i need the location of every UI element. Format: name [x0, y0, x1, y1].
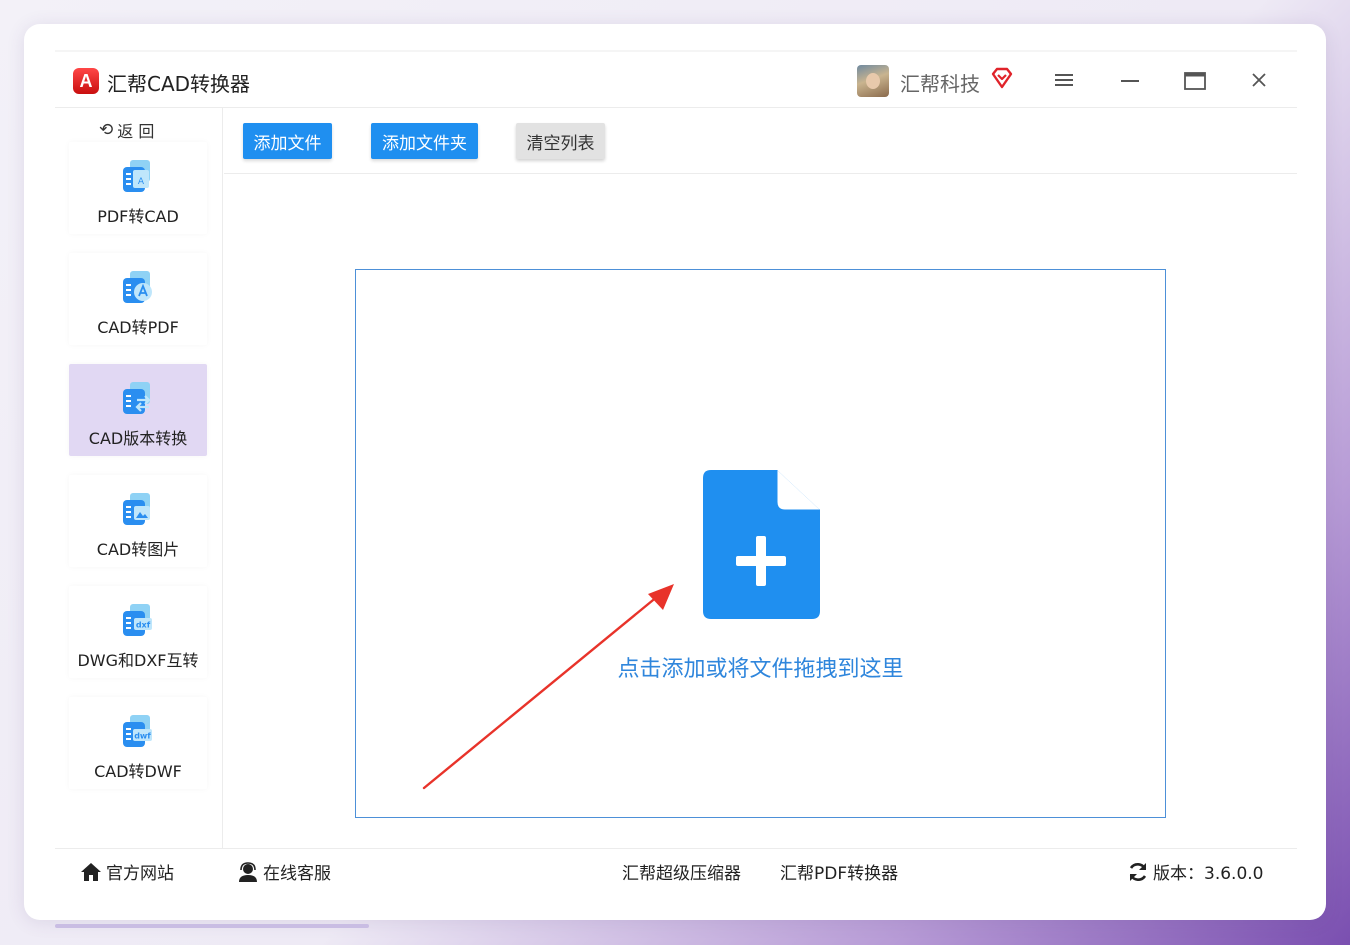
- app-window: A 汇帮CAD转换器 汇帮科技 ⟲ 返 回 A PDF转CAD CAD转PDF …: [55, 52, 1297, 892]
- sidebar: ⟲ 返 回 A PDF转CAD CAD转PDF CAD版本转换 CAD转图片 d…: [55, 108, 223, 848]
- maximize-icon[interactable]: [1184, 72, 1206, 90]
- sidebar-item-label: CAD版本转换: [88, 429, 188, 448]
- back-arrow-icon: ⟲: [99, 120, 114, 140]
- sidebar-item-cad-version[interactable]: CAD版本转换: [69, 364, 207, 456]
- cad-to-image-icon: [123, 493, 150, 525]
- cad-to-dwf-icon: dwf: [123, 715, 152, 747]
- annotation-arrow-icon: [422, 584, 674, 790]
- headset-icon: [239, 861, 257, 882]
- compressor-link[interactable]: 汇帮超级压缩器: [622, 859, 741, 884]
- online-support-link[interactable]: 在线客服: [237, 859, 331, 884]
- toolbar: 添加文件 添加文件夹 清空列表: [224, 108, 1297, 174]
- sidebar-item-pdf-to-cad[interactable]: A PDF转CAD: [69, 142, 207, 234]
- cad-to-pdf-icon: [123, 271, 152, 303]
- app-logo-icon: A: [73, 68, 99, 94]
- version-info[interactable]: 版本：3.6.0.0: [1127, 859, 1263, 884]
- sidebar-item-label: DWG和DXF互转: [77, 651, 199, 670]
- add-file-icon[interactable]: [703, 470, 820, 619]
- scroll-indicator: [55, 924, 369, 928]
- sidebar-item-dwg-dxf[interactable]: dxf DWG和DXF互转: [69, 586, 207, 678]
- footer-bar: 官方网站 在线客服 汇帮超级压缩器 汇帮PDF转换器 版本：3.6.0.0: [55, 848, 1297, 892]
- title-bar: A 汇帮CAD转换器 汇帮科技: [55, 52, 1297, 108]
- version-label: 版本：3.6.0.0: [1153, 864, 1264, 884]
- cad-version-icon: [123, 382, 151, 414]
- sidebar-item-label: CAD转DWF: [94, 762, 182, 781]
- refresh-icon: [1129, 862, 1147, 881]
- menu-icon[interactable]: [1055, 72, 1073, 88]
- sidebar-item-cad-to-image[interactable]: CAD转图片: [69, 475, 207, 567]
- username[interactable]: 汇帮科技: [900, 68, 980, 97]
- svg-text:dwf: dwf: [134, 732, 151, 741]
- official-website-label: 官方网站: [106, 864, 174, 884]
- vip-diamond-icon[interactable]: [990, 66, 1014, 90]
- clear-list-button[interactable]: 清空列表: [516, 123, 605, 159]
- official-website-link[interactable]: 官方网站: [80, 859, 174, 884]
- svg-text:A: A: [138, 177, 145, 187]
- sidebar-item-cad-to-dwf[interactable]: dwf CAD转DWF: [69, 697, 207, 789]
- home-icon: [81, 862, 101, 881]
- back-button[interactable]: ⟲ 返 回: [99, 118, 154, 142]
- avatar[interactable]: [857, 65, 889, 97]
- pdf-converter-link[interactable]: 汇帮PDF转换器: [780, 859, 898, 884]
- online-support-label: 在线客服: [263, 864, 331, 884]
- sidebar-item-label: CAD转图片: [96, 540, 180, 559]
- compressor-label: 汇帮超级压缩器: [622, 864, 741, 884]
- pdf-converter-label: 汇帮PDF转换器: [780, 864, 899, 884]
- app-title: 汇帮CAD转换器: [107, 72, 251, 96]
- minimize-icon[interactable]: [1121, 72, 1139, 88]
- back-label: 返 回: [117, 122, 155, 141]
- add-file-button[interactable]: 添加文件: [243, 123, 332, 159]
- pdf-to-cad-icon: A: [123, 160, 150, 192]
- sidebar-item-label: CAD转PDF: [97, 318, 179, 337]
- close-icon[interactable]: [1251, 72, 1267, 88]
- sidebar-item-cad-to-pdf[interactable]: CAD转PDF: [69, 253, 207, 345]
- svg-text:dxf: dxf: [136, 621, 151, 630]
- add-folder-button[interactable]: 添加文件夹: [371, 123, 478, 159]
- dwg-dxf-icon: dxf: [123, 604, 152, 636]
- sidebar-item-label: PDF转CAD: [97, 207, 179, 226]
